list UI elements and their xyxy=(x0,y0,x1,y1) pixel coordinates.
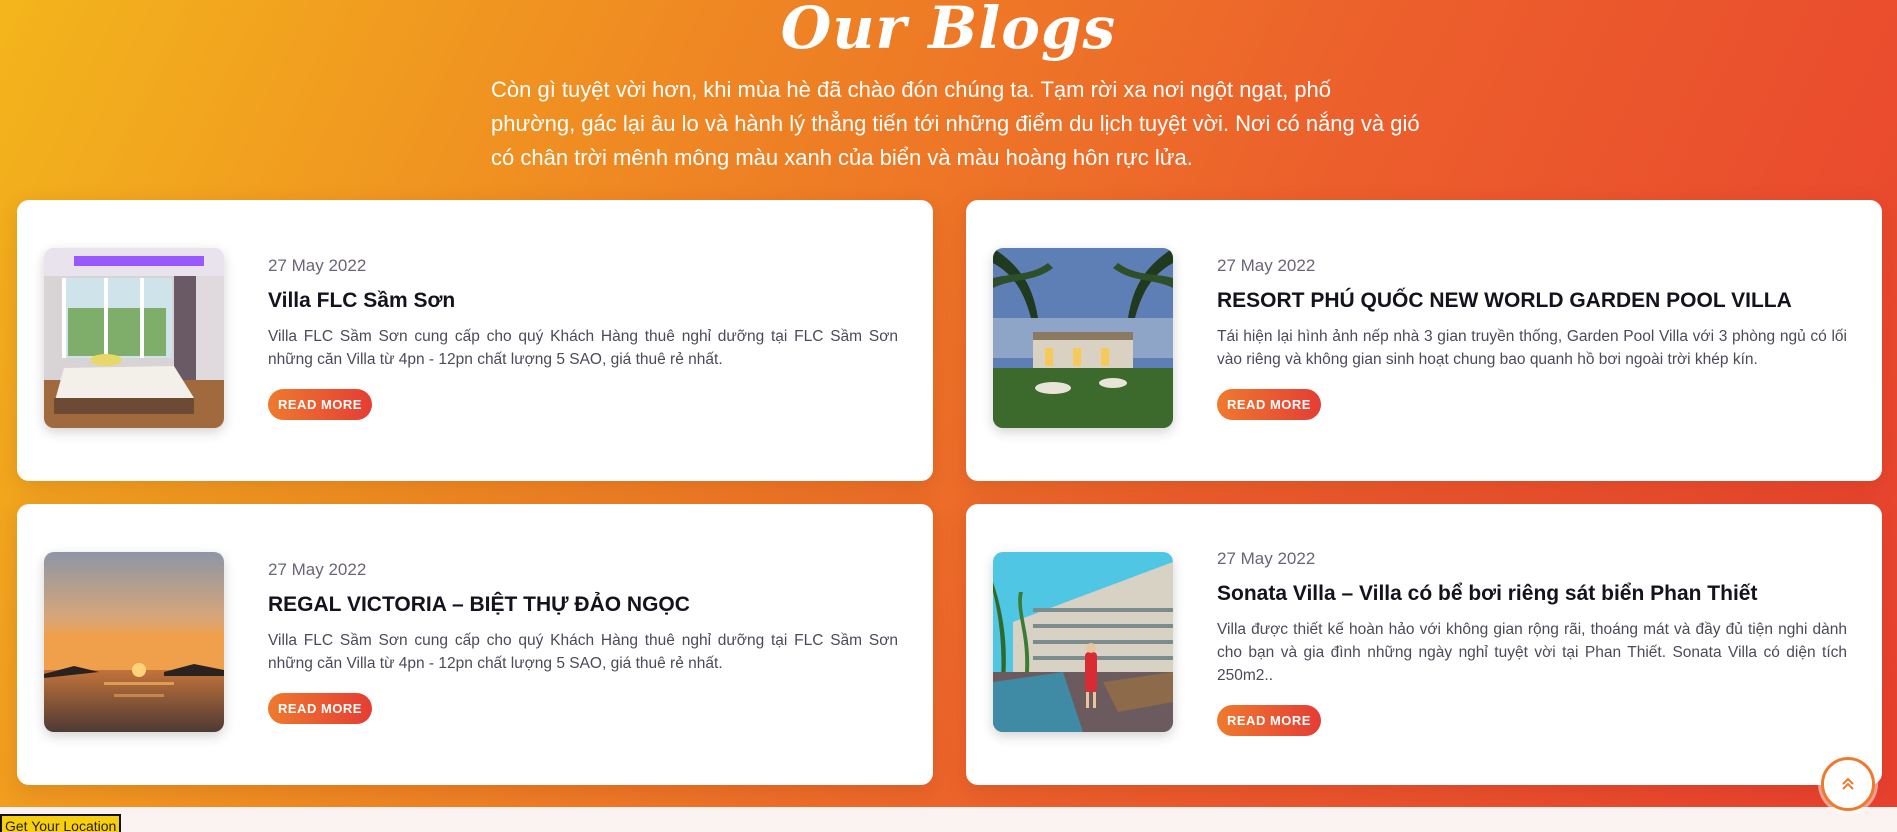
section-intro: Còn gì tuyệt vời hơn, khi mùa hè đã chào… xyxy=(491,77,1420,170)
blog-card-content: 27 May 2022 REGAL VICTORIA – BIỆT THỰ ĐẢ… xyxy=(268,560,898,724)
blog-card-content: 27 May 2022 Sonata Villa – Villa có bể b… xyxy=(1217,549,1847,736)
blog-card: 27 May 2022 Villa FLC Sầm Sơn Villa FLC … xyxy=(17,200,933,481)
read-more-button[interactable]: READ MORE xyxy=(1217,389,1321,420)
blog-date: 27 May 2022 xyxy=(1217,256,1316,275)
read-more-button[interactable]: READ MORE xyxy=(268,389,372,420)
blog-date: 27 May 2022 xyxy=(268,256,367,275)
sunset-image xyxy=(44,552,224,732)
blog-image-villa-bedroom[interactable] xyxy=(44,248,224,428)
blog-title[interactable]: RESORT PHÚ QUỐC NEW WORLD GARDEN POOL VI… xyxy=(1217,289,1847,313)
read-more-button[interactable]: READ MORE xyxy=(268,693,372,724)
blog-section: Our Blogs Còn gì tuyệt vời hơn, khi mùa … xyxy=(0,0,1897,807)
blog-date: 27 May 2022 xyxy=(1217,549,1316,568)
blog-date: 27 May 2022 xyxy=(268,560,367,579)
blog-title[interactable]: Sonata Villa – Villa có bể bơi riêng sát… xyxy=(1217,582,1847,606)
blog-card: 27 May 2022 Sonata Villa – Villa có bể b… xyxy=(966,504,1882,785)
blog-title[interactable]: REGAL VICTORIA – BIỆT THỰ ĐẢO NGỌC xyxy=(268,593,898,617)
blog-card-content: 27 May 2022 Villa FLC Sầm Sơn Villa FLC … xyxy=(268,256,898,420)
blog-excerpt: Villa FLC Sầm Sơn cung cấp cho quý Khách… xyxy=(268,632,898,672)
blog-card-content: 27 May 2022 RESORT PHÚ QUỐC NEW WORLD GA… xyxy=(1217,256,1847,420)
blog-card: 27 May 2022 REGAL VICTORIA – BIỆT THỰ ĐẢ… xyxy=(17,504,933,785)
blog-excerpt: Villa được thiết kế hoàn hảo với không g… xyxy=(1217,621,1847,684)
blog-excerpt: Tái hiện lại hình ảnh nếp nhà 3 gian tru… xyxy=(1217,328,1847,368)
blog-image-resort-garden[interactable] xyxy=(993,248,1173,428)
resort-image xyxy=(993,248,1173,428)
get-location-button[interactable]: Get Your Location xyxy=(0,814,122,832)
section-title: Our Blogs xyxy=(780,0,1117,62)
blog-title[interactable]: Villa FLC Sầm Sơn xyxy=(268,289,898,313)
scroll-to-top-button[interactable] xyxy=(1821,757,1875,811)
blog-image-sunset-sea[interactable] xyxy=(44,552,224,732)
bedroom-image xyxy=(44,248,224,428)
blog-image-hotel-pool[interactable] xyxy=(993,552,1173,732)
hotel-pool-image xyxy=(993,552,1173,732)
double-chevron-up-icon xyxy=(1842,777,1854,790)
read-more-button[interactable]: READ MORE xyxy=(1217,705,1321,736)
blog-excerpt: Villa FLC Sầm Sơn cung cấp cho quý Khách… xyxy=(268,328,898,368)
blog-card: 27 May 2022 RESORT PHÚ QUỐC NEW WORLD GA… xyxy=(966,200,1882,481)
